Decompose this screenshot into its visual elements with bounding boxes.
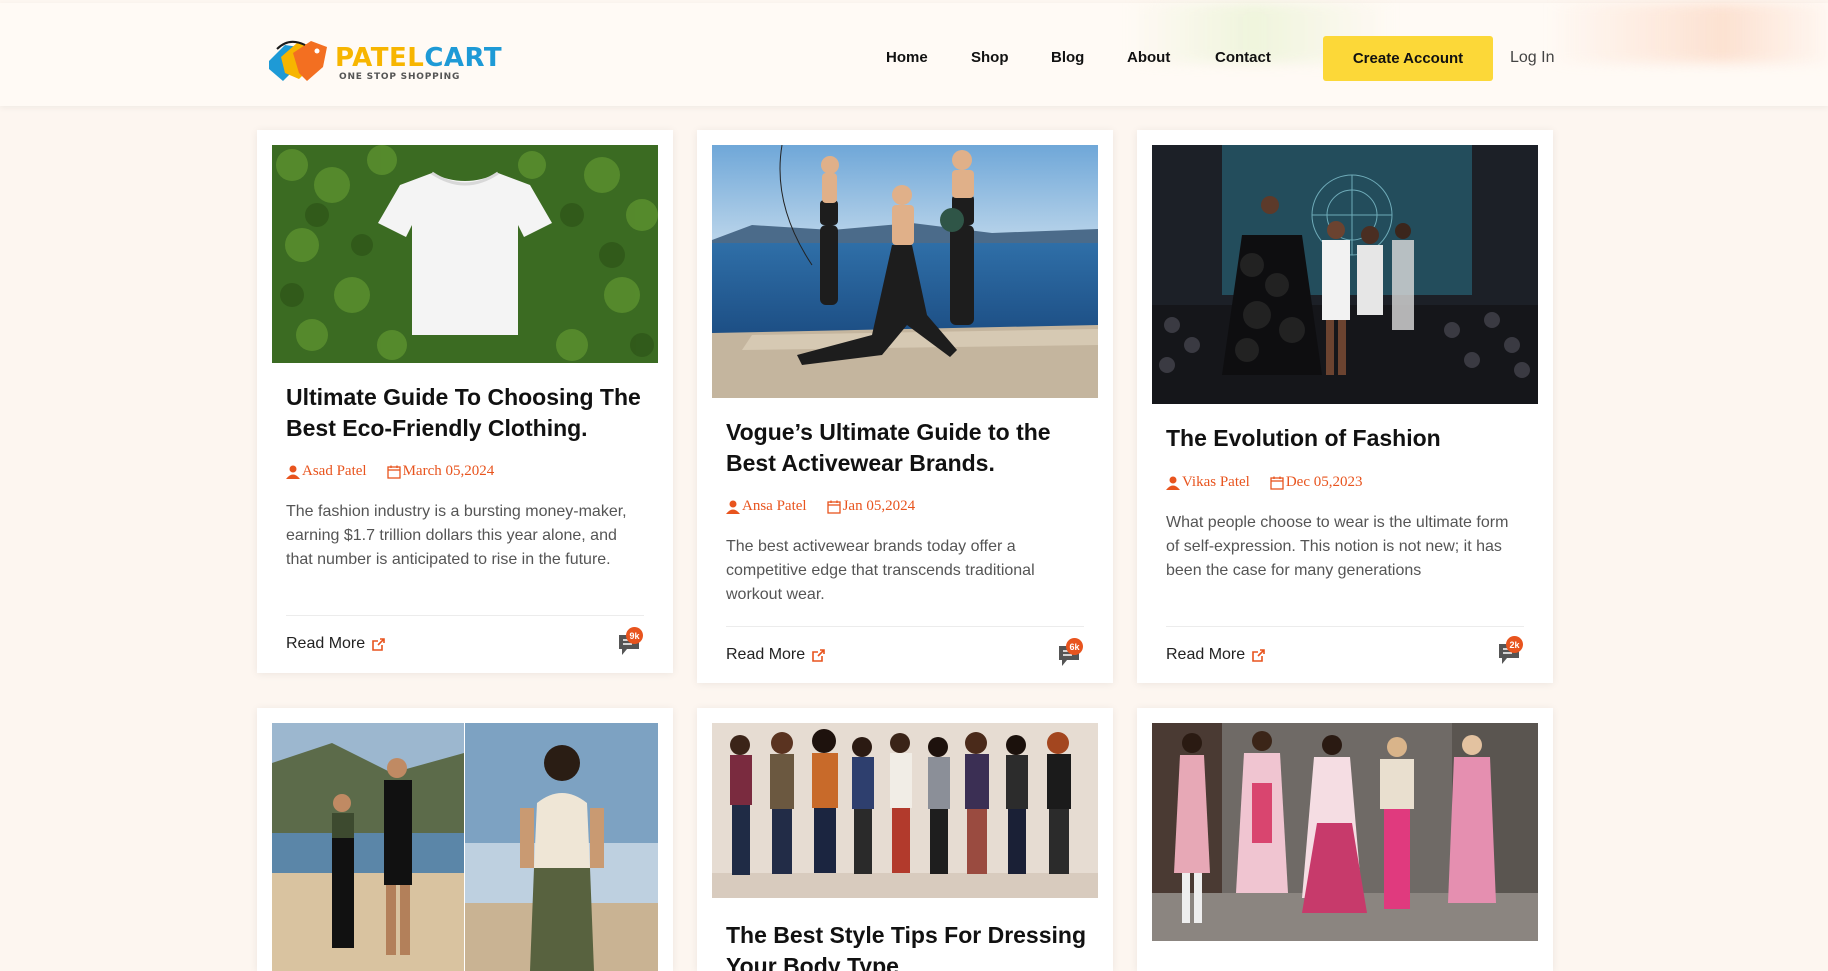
comment-count-badge[interactable]: 6k — [1057, 638, 1083, 668]
external-link-icon — [371, 637, 386, 652]
nav-shop[interactable]: Shop — [971, 49, 1009, 66]
post-date-text: Jan 05,2024 — [842, 498, 916, 514]
read-more-label: Read More — [286, 635, 366, 652]
comment-count: 2k — [1506, 636, 1523, 653]
post-date: Dec 05,2023 — [1270, 474, 1363, 491]
calendar-icon — [386, 465, 401, 479]
post-author[interactable]: Asad Patel — [286, 463, 367, 480]
calendar-icon — [1270, 476, 1284, 490]
comment-count-badge[interactable]: 9k — [617, 627, 643, 657]
external-link-icon — [1251, 648, 1266, 663]
post-date: Jan 05,2024 — [826, 498, 916, 515]
card-divider — [286, 615, 644, 616]
blog-card — [257, 708, 673, 971]
nav-contact[interactable]: Contact — [1215, 49, 1271, 66]
post-meta: Ansa Patel Jan 05,2024 — [726, 498, 935, 515]
logo-wordmark: PATELCART — [335, 43, 502, 73]
user-icon — [726, 500, 740, 514]
blog-card — [1137, 708, 1553, 971]
post-date-text: March 05,2024 — [402, 463, 495, 479]
card-divider — [726, 626, 1084, 627]
comment-count: 9k — [626, 627, 643, 644]
site-logo[interactable]: PATELCART ONE STOP SHOPPING — [265, 39, 502, 83]
logo-word-cart: CART — [424, 43, 503, 73]
post-author[interactable]: Vikas Patel — [1166, 474, 1250, 491]
post-title[interactable]: The Best Style Tips For Dressing Your Bo… — [726, 920, 1086, 971]
post-author[interactable]: Ansa Patel — [726, 498, 807, 515]
site-header: PATELCART ONE STOP SHOPPING Home Shop Bl… — [0, 3, 1828, 106]
user-icon — [1166, 476, 1180, 490]
external-link-icon — [811, 648, 826, 663]
post-excerpt: The fashion industry is a bursting money… — [286, 503, 627, 568]
post-image[interactable] — [1152, 145, 1538, 404]
logo-word-patel: PATEL — [335, 43, 425, 73]
read-more-label: Read More — [1166, 646, 1246, 663]
post-image[interactable] — [712, 723, 1098, 898]
post-image[interactable] — [272, 723, 658, 971]
post-date-text: Dec 05,2023 — [1285, 474, 1363, 490]
user-icon — [286, 465, 300, 479]
post-title[interactable]: Vogue’s Ultimate Guide to the Best Activ… — [726, 417, 1086, 479]
post-date: March 05,2024 — [386, 463, 495, 480]
login-link[interactable]: Log In — [1510, 49, 1554, 67]
post-image[interactable] — [712, 145, 1098, 398]
blog-card: Vogue’s Ultimate Guide to the Best Activ… — [697, 130, 1113, 683]
blog-card: The Best Style Tips For Dressing Your Bo… — [697, 708, 1113, 971]
comment-count-badge[interactable]: 2k — [1497, 636, 1523, 666]
read-more-link[interactable]: Read More — [1166, 646, 1266, 664]
post-author-name: Vikas Patel — [1182, 474, 1250, 490]
read-more-link[interactable]: Read More — [286, 635, 386, 653]
logo-tagline: ONE STOP SHOPPING — [339, 72, 461, 82]
read-more-label: Read More — [726, 646, 806, 663]
shopping-tags-logo-icon — [269, 40, 327, 81]
create-account-button[interactable]: Create Account — [1323, 36, 1493, 81]
post-excerpt: The best activewear brands today offer a… — [726, 538, 1035, 603]
nav-about[interactable]: About — [1127, 49, 1170, 66]
post-author-name: Asad Patel — [302, 463, 367, 479]
post-meta: Vikas Patel Dec 05,2023 — [1166, 474, 1383, 491]
post-image[interactable] — [272, 145, 658, 363]
post-title[interactable]: The Evolution of Fashion — [1166, 423, 1526, 454]
calendar-icon — [826, 500, 841, 514]
read-more-link[interactable]: Read More — [726, 646, 826, 664]
nav-home[interactable]: Home — [886, 49, 928, 66]
post-author-name: Ansa Patel — [742, 498, 807, 514]
post-image[interactable] — [1152, 723, 1538, 941]
card-divider — [1166, 626, 1524, 627]
blog-card: Ultimate Guide To Choosing The Best Eco-… — [257, 130, 673, 673]
post-excerpt: What people choose to wear is the ultima… — [1166, 514, 1509, 579]
post-meta: Asad Patel March 05,2024 — [286, 463, 514, 480]
nav-blog[interactable]: Blog — [1051, 49, 1084, 66]
post-title[interactable]: Ultimate Guide To Choosing The Best Eco-… — [286, 382, 646, 444]
blog-card: The Evolution of Fashion Vikas Patel Dec… — [1137, 130, 1553, 683]
comment-count: 6k — [1066, 638, 1083, 655]
